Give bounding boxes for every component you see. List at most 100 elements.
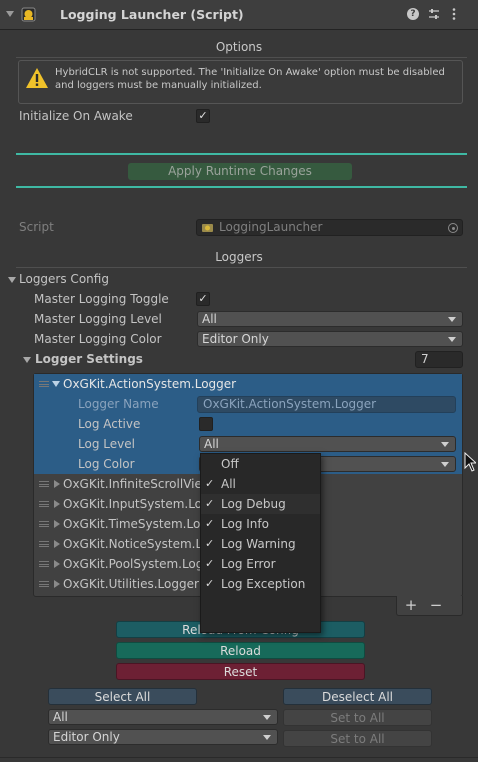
dropdown-value: Editor Only (53, 730, 120, 744)
option-label: All (221, 477, 236, 491)
divider (16, 57, 467, 58)
log-color-label: Log Color (78, 457, 135, 471)
logger-settings-foldout[interactable]: Logger Settings (35, 352, 143, 366)
drag-handle-icon[interactable] (39, 541, 49, 547)
reload-button[interactable]: Reload (116, 642, 365, 659)
log-level-dropdown[interactable]: All (199, 436, 456, 452)
divider (16, 267, 467, 268)
script-icon (20, 5, 37, 23)
drag-handle-icon[interactable] (39, 501, 49, 507)
script-label: Script (19, 220, 54, 234)
dropdown-value: Editor Only (202, 332, 269, 346)
initialize-on-awake-checkbox[interactable]: ✓ (196, 109, 210, 123)
checkmark-icon: ✓ (205, 577, 215, 590)
foldout-arrow-icon[interactable] (8, 277, 16, 283)
initialize-on-awake-label: Initialize On Awake (19, 109, 133, 123)
logger-settings-size-field[interactable]: 7 (415, 351, 463, 368)
foldout-arrow-icon[interactable] (54, 580, 60, 588)
bulk-level-dropdown[interactable]: All (48, 709, 278, 725)
option-label: Log Error (221, 557, 276, 571)
chevron-down-icon (448, 337, 456, 342)
object-picker-icon[interactable] (448, 223, 458, 233)
foldout-arrow-icon[interactable] (54, 520, 60, 528)
popup-option-log-info[interactable]: ✓ Log Info (201, 514, 320, 534)
logger-name-field: OxGKit.ActionSystem.Logger (197, 396, 456, 413)
chevron-down-icon (441, 442, 449, 447)
chevron-down-icon (263, 715, 271, 720)
help-icon[interactable]: ? (407, 8, 419, 20)
set-level-to-all-button[interactable]: Set to All (283, 709, 432, 726)
log-active-label: Log Active (78, 417, 141, 431)
foldout-arrow-icon[interactable] (54, 500, 60, 508)
master-logging-level-label: Master Logging Level (34, 312, 162, 326)
foldout-arrow-icon[interactable] (23, 357, 31, 363)
reset-button[interactable]: Reset (116, 663, 365, 680)
drag-handle-icon[interactable] (39, 521, 49, 527)
script-value: LoggingLauncher (219, 220, 323, 234)
divider (0, 757, 478, 758)
apply-runtime-changes-button[interactable]: Apply Runtime Changes (128, 163, 352, 180)
master-logging-level-dropdown[interactable]: All (197, 311, 463, 327)
popup-option-off[interactable]: Off (201, 454, 320, 474)
add-element-button[interactable]: + (403, 596, 419, 614)
popup-option-log-error[interactable]: ✓ Log Error (201, 554, 320, 574)
dropdown-value: All (204, 437, 219, 451)
accent-line-bottom (16, 186, 467, 188)
checkmark-icon: ✓ (205, 477, 215, 490)
presets-icon[interactable] (427, 7, 441, 21)
master-logging-color-label: Master Logging Color (34, 332, 162, 346)
select-all-button[interactable]: Select All (48, 688, 197, 705)
master-logging-toggle-checkbox[interactable]: ✓ (196, 292, 210, 306)
option-label: Log Warning (221, 537, 296, 551)
script-file-icon (201, 222, 214, 233)
checkmark-icon: ✓ (205, 497, 215, 510)
foldout-arrow-icon[interactable] (54, 540, 60, 548)
drag-handle-icon[interactable] (39, 581, 49, 587)
remove-element-button[interactable]: − (428, 596, 444, 614)
foldout-arrow-icon[interactable] (52, 381, 60, 387)
checkmark-icon: ✓ (205, 537, 215, 550)
option-label: Log Debug (221, 497, 286, 511)
checkmark-icon: ✓ (205, 517, 215, 530)
master-logging-toggle-label: Master Logging Toggle (34, 292, 169, 306)
options-section-title: Options (215, 40, 263, 54)
log-active-checkbox[interactable] (199, 417, 213, 431)
checkmark-icon: ✓ (205, 557, 215, 570)
accent-line-top (16, 153, 467, 155)
dropdown-value: All (202, 312, 217, 326)
popup-option-log-debug[interactable]: ✓ Log Debug (201, 494, 320, 514)
master-logging-color-dropdown[interactable]: Editor Only (197, 331, 463, 347)
loggers-config-foldout[interactable]: Loggers Config (19, 272, 109, 286)
option-label: Log Exception (221, 577, 306, 591)
logger-item[interactable]: OxGKit.Utilities.Logger (63, 577, 199, 591)
set-color-to-all-button[interactable]: Set to All (283, 730, 432, 747)
drag-handle-icon[interactable] (39, 561, 49, 567)
logger-name-label: Logger Name (78, 397, 159, 411)
deselect-all-button[interactable]: Deselect All (283, 688, 432, 705)
popup-option-log-exception[interactable]: ✓ Log Exception (201, 574, 320, 594)
foldout-arrow-icon[interactable] (54, 480, 60, 488)
warning-icon (25, 67, 49, 89)
kebab-menu-icon[interactable] (451, 7, 457, 21)
chevron-down-icon (448, 317, 456, 322)
warning-help-box: HybridCLR is not supported. The 'Initial… (18, 60, 463, 104)
popup-option-all[interactable]: ✓ All (201, 474, 320, 494)
fold-arrow-icon[interactable] (6, 11, 14, 17)
dropdown-value: All (53, 710, 68, 724)
option-label: Log Info (221, 517, 269, 531)
bulk-color-dropdown[interactable]: Editor Only (48, 729, 278, 745)
chevron-down-icon (263, 735, 271, 740)
mouse-cursor-icon (464, 451, 478, 472)
script-field: LoggingLauncher (196, 219, 463, 236)
log-level-popup-menu: Off ✓ All ✓ Log Debug ✓ Log Info ✓ Log Warni… (200, 453, 321, 633)
component-title: Logging Launcher (Script) (60, 7, 244, 22)
log-level-label: Log Level (78, 437, 135, 451)
expanded-logger-title[interactable]: OxGKit.ActionSystem.Logger (63, 377, 236, 391)
popup-option-log-warning[interactable]: ✓ Log Warning (201, 534, 320, 554)
drag-handle-icon[interactable] (39, 381, 49, 387)
drag-handle-icon[interactable] (39, 481, 49, 487)
component-header: Logging Launcher (Script) ? (0, 0, 478, 30)
option-label: Off (221, 457, 239, 471)
loggers-section-title: Loggers (215, 250, 263, 264)
foldout-arrow-icon[interactable] (54, 560, 60, 568)
